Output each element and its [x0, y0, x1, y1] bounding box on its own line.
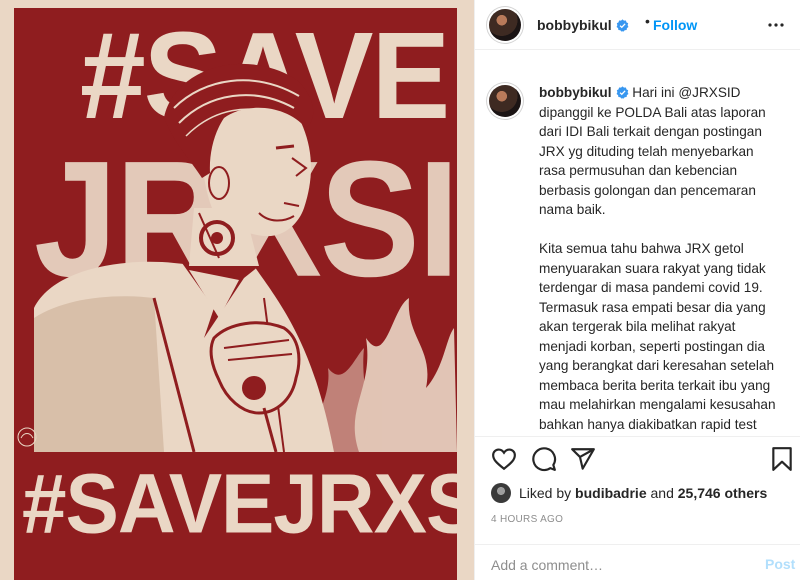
post-timestamp[interactable]: 4 HOURS AGO [491, 514, 563, 525]
poster-footer: #SAVEJRXSID [14, 452, 474, 580]
header-separator: • [645, 13, 650, 29]
comment-input[interactable] [491, 555, 751, 575]
share-icon[interactable] [570, 446, 596, 472]
post-comment-button[interactable]: Post [765, 556, 795, 572]
liker-avatar[interactable] [491, 483, 511, 503]
bookmark-icon[interactable] [769, 446, 795, 472]
caption-verified-badge-icon [616, 86, 628, 99]
author-username[interactable]: bobbybikul [537, 17, 612, 33]
comment-icon[interactable] [531, 446, 557, 472]
poster-illustration [34, 63, 457, 452]
post-header: bobbybikul • Follow [475, 0, 800, 50]
follow-button[interactable]: Follow [653, 17, 697, 33]
likes-count-link[interactable]: 25,746 others [678, 485, 768, 501]
liker-username-link[interactable]: budibadrie [575, 485, 647, 501]
likes-text: Liked by budibadrie and 25,746 others [519, 485, 767, 501]
likes-prefix: Liked by [519, 485, 572, 501]
author-username-link[interactable]: bobbybikul [537, 17, 629, 33]
artist-signature-icon [17, 427, 37, 447]
action-bar [475, 446, 800, 476]
caption-paragraph-1: Hari ini @JRXSID dipanggil ke POLDA Bali… [539, 85, 770, 217]
comment-bar: Post [475, 544, 800, 580]
author-avatar[interactable] [489, 9, 521, 41]
verified-badge-icon [616, 19, 629, 32]
likes-row: Liked by budibadrie and 25,746 others [491, 482, 767, 504]
caption-section: bobbybikul Hari ini @JRXSID dipanggil ke… [475, 51, 800, 437]
post-image[interactable]: #SAVE JRXSID [0, 0, 474, 580]
caption-text: bobbybikul Hari ini @JRXSID dipanggil ke… [539, 83, 783, 436]
likes-conjunction: and [650, 485, 674, 501]
heart-icon[interactable] [491, 446, 517, 472]
poster-headline-bottom: #SAVEJRXSID [22, 456, 474, 551]
post-sidebar: bobbybikul • Follow bobbybikul Hari ini … [474, 0, 800, 580]
caption-paragraph-2: Kita semua tahu bahwa JRX getol menyuara… [539, 241, 776, 432]
caption-author-avatar[interactable] [489, 85, 521, 117]
caption-username[interactable]: bobbybikul [539, 85, 612, 100]
more-options-icon[interactable] [767, 16, 785, 34]
caption-paragraph-gap [539, 220, 783, 240]
